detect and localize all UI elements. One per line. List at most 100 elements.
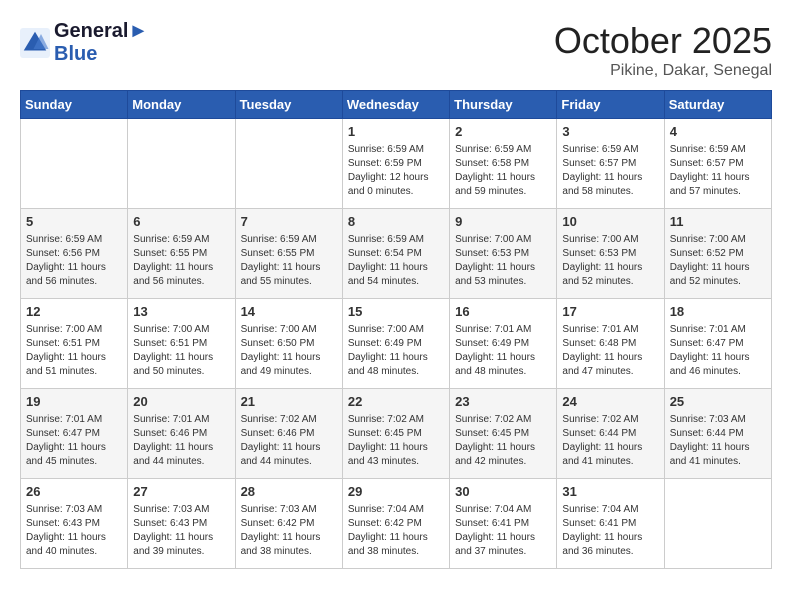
day-info: Sunrise: 7:00 AM Sunset: 6:51 PM Dayligh…: [26, 323, 122, 379]
day-number: 1: [348, 123, 444, 141]
col-header-monday: Monday: [128, 91, 235, 119]
day-info: Sunrise: 7:00 AM Sunset: 6:50 PM Dayligh…: [241, 323, 337, 379]
logo: General► Blue: [20, 20, 148, 66]
day-info: Sunrise: 7:04 AM Sunset: 6:42 PM Dayligh…: [348, 503, 444, 559]
week-row-3: 12 Sunrise: 7:00 AM Sunset: 6:51 PM Dayli…: [21, 299, 772, 389]
calendar-cell: 2 Sunrise: 6:59 AM Sunset: 6:58 PM Daylig…: [450, 119, 557, 209]
day-info: Sunrise: 6:59 AM Sunset: 6:59 PM Dayligh…: [348, 143, 444, 199]
day-info: Sunrise: 6:59 AM Sunset: 6:58 PM Dayligh…: [455, 143, 551, 199]
day-number: 7: [241, 213, 337, 231]
col-header-tuesday: Tuesday: [235, 91, 342, 119]
day-number: 12: [26, 303, 122, 321]
day-info: Sunrise: 7:00 AM Sunset: 6:52 PM Dayligh…: [670, 233, 766, 289]
calendar-cell: 5Sunrise: 6:59 AM Sunset: 6:56 PM Daylig…: [21, 209, 128, 299]
day-info: Sunrise: 7:01 AM Sunset: 6:47 PM Dayligh…: [26, 413, 122, 469]
day-info: Sunrise: 7:01 AM Sunset: 6:48 PM Dayligh…: [562, 323, 658, 379]
calendar-cell: 23 Sunrise: 7:02 AM Sunset: 6:45 PM Dayli…: [450, 389, 557, 479]
day-number: 17: [562, 303, 658, 321]
day-info: Sunrise: 6:59 AM Sunset: 6:55 PM Dayligh…: [133, 233, 229, 289]
calendar-cell: [235, 119, 342, 209]
calendar-cell: 27Sunrise: 7:03 AM Sunset: 6:43 PM Dayli…: [128, 479, 235, 569]
calendar-cell: 25Sunrise: 7:03 AM Sunset: 6:44 PM Dayli…: [664, 389, 771, 479]
calendar-cell: 15 Sunrise: 7:00 AM Sunset: 6:49 PM Dayli…: [342, 299, 449, 389]
day-info: Sunrise: 6:59 AM Sunset: 6:57 PM Dayligh…: [670, 143, 766, 199]
day-number: 20: [133, 393, 229, 411]
day-number: 15: [348, 303, 444, 321]
day-number: 6: [133, 213, 229, 231]
day-number: 21: [241, 393, 337, 411]
week-row-1: 1 Sunrise: 6:59 AM Sunset: 6:59 PM Daylig…: [21, 119, 772, 209]
day-number: 2: [455, 123, 551, 141]
logo-text: General► Blue: [54, 20, 148, 66]
calendar-cell: 29 Sunrise: 7:04 AM Sunset: 6:42 PM Dayli…: [342, 479, 449, 569]
day-info: Sunrise: 7:02 AM Sunset: 6:44 PM Dayligh…: [562, 413, 658, 469]
calendar-cell: [664, 479, 771, 569]
calendar-cell: 16 Sunrise: 7:01 AM Sunset: 6:49 PM Dayli…: [450, 299, 557, 389]
day-info: Sunrise: 7:02 AM Sunset: 6:46 PM Dayligh…: [241, 413, 337, 469]
calendar-cell: 19 Sunrise: 7:01 AM Sunset: 6:47 PM Dayli…: [21, 389, 128, 479]
days-header-row: SundayMondayTuesdayWednesdayThursdayFrid…: [21, 91, 772, 119]
col-header-friday: Friday: [557, 91, 664, 119]
week-row-2: 5Sunrise: 6:59 AM Sunset: 6:56 PM Daylig…: [21, 209, 772, 299]
calendar-cell: 17 Sunrise: 7:01 AM Sunset: 6:48 PM Dayli…: [557, 299, 664, 389]
day-info: Sunrise: 7:00 AM Sunset: 6:53 PM Dayligh…: [455, 233, 551, 289]
day-number: 31: [562, 483, 658, 501]
col-header-saturday: Saturday: [664, 91, 771, 119]
calendar-cell: [21, 119, 128, 209]
day-number: 9: [455, 213, 551, 231]
logo-icon: [20, 28, 50, 58]
day-number: 11: [670, 213, 766, 231]
col-header-sunday: Sunday: [21, 91, 128, 119]
day-info: Sunrise: 7:01 AM Sunset: 6:49 PM Dayligh…: [455, 323, 551, 379]
day-number: 16: [455, 303, 551, 321]
day-number: 24: [562, 393, 658, 411]
day-number: 19: [26, 393, 122, 411]
day-info: Sunrise: 6:59 AM Sunset: 6:54 PM Dayligh…: [348, 233, 444, 289]
day-info: Sunrise: 7:03 AM Sunset: 6:43 PM Dayligh…: [26, 503, 122, 559]
month-title: October 2025: [554, 20, 772, 62]
page-header: General► Blue October 2025 Pikine, Dakar…: [20, 20, 772, 80]
day-number: 4: [670, 123, 766, 141]
day-number: 3: [562, 123, 658, 141]
day-info: Sunrise: 7:00 AM Sunset: 6:49 PM Dayligh…: [348, 323, 444, 379]
calendar-cell: 22 Sunrise: 7:02 AM Sunset: 6:45 PM Dayli…: [342, 389, 449, 479]
day-info: Sunrise: 6:59 AM Sunset: 6:57 PM Dayligh…: [562, 143, 658, 199]
calendar-cell: 6 Sunrise: 6:59 AM Sunset: 6:55 PM Daylig…: [128, 209, 235, 299]
calendar-cell: 7 Sunrise: 6:59 AM Sunset: 6:55 PM Daylig…: [235, 209, 342, 299]
title-block: October 2025 Pikine, Dakar, Senegal: [554, 20, 772, 80]
day-number: 22: [348, 393, 444, 411]
day-info: Sunrise: 7:02 AM Sunset: 6:45 PM Dayligh…: [455, 413, 551, 469]
calendar-cell: 9 Sunrise: 7:00 AM Sunset: 6:53 PM Daylig…: [450, 209, 557, 299]
day-number: 28: [241, 483, 337, 501]
calendar-cell: 24 Sunrise: 7:02 AM Sunset: 6:44 PM Dayli…: [557, 389, 664, 479]
col-header-wednesday: Wednesday: [342, 91, 449, 119]
day-info: Sunrise: 6:59 AM Sunset: 6:55 PM Dayligh…: [241, 233, 337, 289]
day-number: 23: [455, 393, 551, 411]
day-info: Sunrise: 7:03 AM Sunset: 6:42 PM Dayligh…: [241, 503, 337, 559]
day-info: Sunrise: 7:00 AM Sunset: 6:51 PM Dayligh…: [133, 323, 229, 379]
day-number: 10: [562, 213, 658, 231]
day-number: 14: [241, 303, 337, 321]
day-number: 30: [455, 483, 551, 501]
day-number: 27: [133, 483, 229, 501]
day-number: 18: [670, 303, 766, 321]
day-info: Sunrise: 7:02 AM Sunset: 6:45 PM Dayligh…: [348, 413, 444, 469]
calendar-cell: 14 Sunrise: 7:00 AM Sunset: 6:50 PM Dayli…: [235, 299, 342, 389]
day-info: Sunrise: 7:04 AM Sunset: 6:41 PM Dayligh…: [562, 503, 658, 559]
day-number: 8: [348, 213, 444, 231]
col-header-thursday: Thursday: [450, 91, 557, 119]
location-subtitle: Pikine, Dakar, Senegal: [554, 62, 772, 80]
day-info: Sunrise: 6:59 AM Sunset: 6:56 PM Dayligh…: [26, 233, 122, 289]
calendar-cell: 28 Sunrise: 7:03 AM Sunset: 6:42 PM Dayli…: [235, 479, 342, 569]
day-info: Sunrise: 7:03 AM Sunset: 6:44 PM Dayligh…: [670, 413, 766, 469]
calendar-cell: [128, 119, 235, 209]
day-number: 26: [26, 483, 122, 501]
week-row-4: 19 Sunrise: 7:01 AM Sunset: 6:47 PM Dayli…: [21, 389, 772, 479]
calendar-cell: 1 Sunrise: 6:59 AM Sunset: 6:59 PM Daylig…: [342, 119, 449, 209]
day-number: 13: [133, 303, 229, 321]
calendar-cell: 30 Sunrise: 7:04 AM Sunset: 6:41 PM Dayli…: [450, 479, 557, 569]
calendar-cell: 13 Sunrise: 7:00 AM Sunset: 6:51 PM Dayli…: [128, 299, 235, 389]
day-number: 29: [348, 483, 444, 501]
calendar-cell: 26 Sunrise: 7:03 AM Sunset: 6:43 PM Dayli…: [21, 479, 128, 569]
day-info: Sunrise: 7:04 AM Sunset: 6:41 PM Dayligh…: [455, 503, 551, 559]
